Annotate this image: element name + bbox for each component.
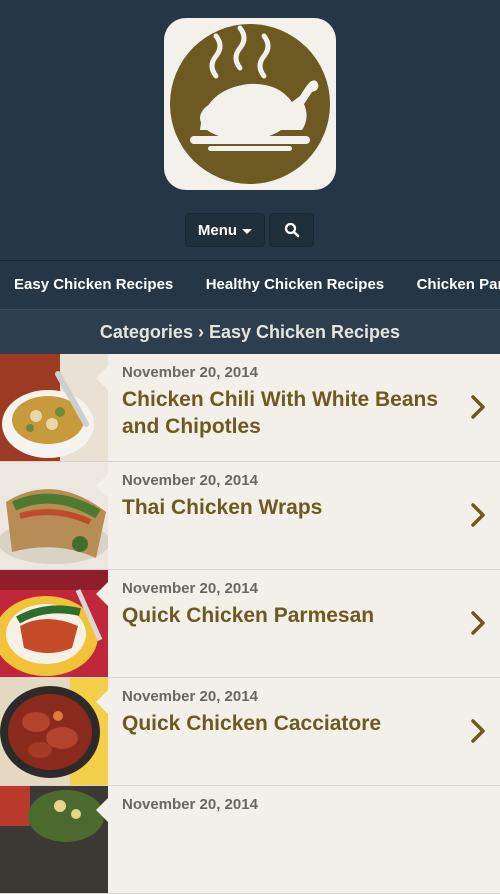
post-thumbnail: [0, 354, 108, 461]
roast-chicken-logo-icon: [170, 24, 330, 184]
post-date: November 20, 2014: [122, 580, 258, 597]
search-button[interactable]: [269, 213, 314, 247]
post-list: November 20, 2014 Chicken Chili With Whi…: [0, 354, 500, 894]
post-list-item[interactable]: November 20, 2014: [0, 786, 500, 894]
post-list-item[interactable]: November 20, 2014 Thai Chicken Wraps: [0, 462, 500, 570]
post-date: November 20, 2014: [122, 472, 258, 489]
post-thumbnail: [0, 678, 108, 785]
post-date: November 20, 2014: [122, 364, 258, 381]
chevron-right-icon: [471, 719, 485, 743]
thumbnail-notch: [96, 798, 108, 822]
category-nav: Easy Chicken Recipes Healthy Chicken Rec…: [0, 260, 500, 309]
post-title[interactable]: Quick Chicken Parmesan: [122, 602, 458, 629]
post-title[interactable]: Thai Chicken Wraps: [122, 494, 458, 521]
post-list-item[interactable]: November 20, 2014 Quick Chicken Cacciato…: [0, 678, 500, 786]
thumbnail-notch: [96, 690, 108, 714]
thumbnail-notch: [96, 474, 108, 498]
post-list-item[interactable]: November 20, 2014 Quick Chicken Parmesan: [0, 570, 500, 678]
post-list-item[interactable]: November 20, 2014 Chicken Chili With Whi…: [0, 354, 500, 462]
chevron-right-icon: [471, 395, 485, 419]
category-link-parmesan[interactable]: Chicken Parmesan: [417, 261, 500, 309]
post-title[interactable]: Quick Chicken Cacciatore: [122, 710, 458, 737]
thumbnail-notch: [96, 582, 108, 606]
post-thumbnail: [0, 786, 108, 893]
chevron-right-icon: [471, 503, 485, 527]
post-thumbnail: [0, 570, 108, 677]
breadcrumb: Categories › Easy Chicken Recipes: [0, 309, 500, 354]
post-date: November 20, 2014: [122, 796, 258, 813]
category-link-healthy[interactable]: Healthy Chicken Recipes: [206, 261, 384, 309]
post-title[interactable]: Chicken Chili With White Beans and Chipo…: [122, 386, 458, 440]
menu-button[interactable]: Menu: [185, 213, 265, 247]
breadcrumb-text: Categories › Easy Chicken Recipes: [99, 321, 401, 342]
site-logo[interactable]: [164, 18, 336, 190]
thumbnail-notch: [96, 366, 108, 390]
caret-down-icon: [242, 228, 253, 234]
category-link-easy[interactable]: Easy Chicken Recipes: [14, 261, 173, 309]
app-header: Menu: [0, 0, 500, 260]
menu-button-label: Menu: [197, 221, 238, 239]
post-thumbnail: [0, 462, 108, 569]
search-icon: [284, 222, 299, 238]
chevron-right-icon: [471, 611, 485, 635]
post-date: November 20, 2014: [122, 688, 258, 705]
